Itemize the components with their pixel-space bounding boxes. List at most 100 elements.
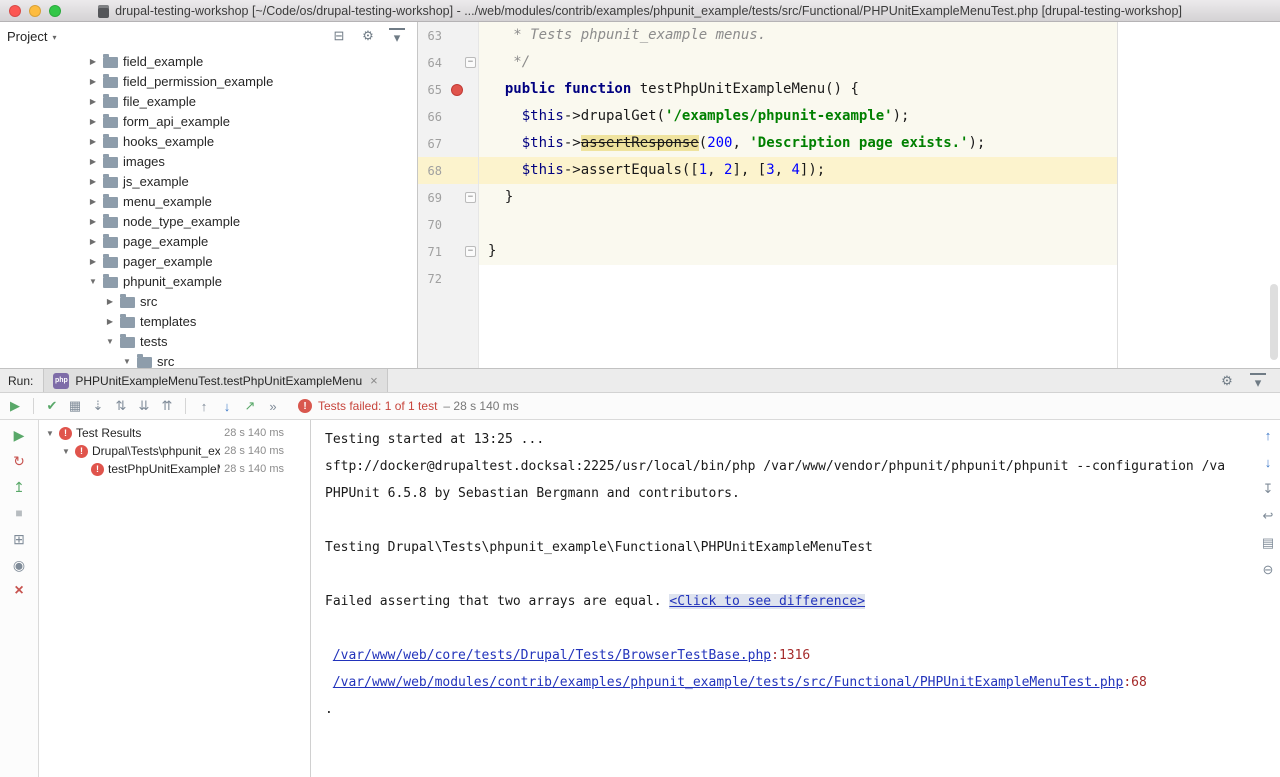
- restore-layout-icon[interactable]: ⊞: [11, 531, 27, 547]
- show-ignored-icon[interactable]: ▦: [67, 398, 83, 414]
- code-line[interactable]: * Tests phpunit_example menus.: [479, 22, 1117, 49]
- chevron-down-icon[interactable]: ▼: [105, 337, 115, 346]
- code-line[interactable]: [479, 211, 1117, 238]
- console-file-link[interactable]: /var/www/web/modules/contrib/examples/ph…: [333, 675, 1124, 690]
- import-test-results-icon[interactable]: ↗: [242, 398, 258, 414]
- chevron-right-icon[interactable]: ▶: [88, 97, 98, 106]
- project-tree-item[interactable]: ▶templates: [0, 311, 417, 331]
- chevron-right-icon[interactable]: ▶: [105, 317, 115, 326]
- collapse-all-icon[interactable]: ⇈: [159, 398, 175, 414]
- chevron-right-icon[interactable]: ▶: [105, 297, 115, 306]
- chevron-down-icon[interactable]: ▾: [52, 33, 56, 42]
- run-tab[interactable]: php PHPUnitExampleMenuTest.testPhpUnitEx…: [43, 369, 387, 392]
- sort-alphabetically-icon[interactable]: ⇅: [113, 398, 129, 414]
- chevron-down-icon[interactable]: ▼: [88, 277, 98, 286]
- project-tree-item[interactable]: ▶field_permission_example: [0, 71, 417, 91]
- sort-by-duration-icon[interactable]: ⇣: [90, 398, 106, 414]
- run-tabbar: Run: php PHPUnitExampleMenuTest.testPhpU…: [0, 369, 1280, 393]
- project-tree-item[interactable]: ▼tests: [0, 331, 417, 351]
- code-line[interactable]: [479, 265, 1117, 292]
- print-icon[interactable]: ▤: [1260, 535, 1276, 551]
- test-tree-item[interactable]: ▼!Test Results28 s 140 ms: [39, 424, 310, 442]
- editor-scrollbar-thumb[interactable]: [1270, 284, 1278, 360]
- project-tree-item[interactable]: ▶menu_example: [0, 191, 417, 211]
- failed-test-gutter-icon[interactable]: [451, 84, 463, 96]
- project-tree-item[interactable]: ▶node_type_example: [0, 211, 417, 231]
- code-line[interactable]: $this->assertResponse(200, 'Description …: [479, 130, 1117, 157]
- test-duration: 28 s 140 ms: [224, 463, 310, 475]
- show-passed-icon[interactable]: ✔: [44, 398, 60, 414]
- code-line[interactable]: $this->assertEquals([1, 2], [3, 4]);: [479, 157, 1117, 184]
- settings-gear-icon[interactable]: ⚙: [360, 28, 376, 44]
- project-tree-item[interactable]: ▶file_example: [0, 91, 417, 111]
- chevron-right-icon[interactable]: ▶: [88, 237, 98, 246]
- line-number: 70: [424, 218, 442, 232]
- code-line[interactable]: public function testPhpUnitExampleMenu()…: [479, 76, 1117, 103]
- console-diff-link[interactable]: <Click to see difference>: [669, 594, 865, 609]
- chevron-right-icon[interactable]: ▶: [88, 157, 98, 166]
- project-tree-item[interactable]: ▶form_api_example: [0, 111, 417, 131]
- toggle-auto-test-icon[interactable]: ↥: [11, 479, 27, 495]
- project-tree-item[interactable]: ▶pager_example: [0, 251, 417, 271]
- project-tree-item[interactable]: ▶field_example: [0, 51, 417, 71]
- editor[interactable]: 6364−6566676869−7071−72 * Tests phpunit_…: [418, 22, 1280, 368]
- pin-tab-icon[interactable]: ◉: [11, 557, 27, 573]
- hide-panel-icon[interactable]: ▾: [389, 28, 405, 44]
- fold-marker-icon[interactable]: −: [465, 246, 476, 257]
- stop-icon[interactable]: ■: [11, 505, 27, 521]
- soft-wrap-icon[interactable]: ↩: [1260, 508, 1276, 524]
- project-tree-item[interactable]: ▶js_example: [0, 171, 417, 191]
- code-line[interactable]: }: [479, 184, 1117, 211]
- test-tree-item[interactable]: !testPhpUnitExampleM28 s 140 ms: [39, 460, 310, 478]
- project-tree-item[interactable]: ▶images: [0, 151, 417, 171]
- chevron-right-icon[interactable]: ▶: [88, 177, 98, 186]
- next-stack-trace-icon[interactable]: ↓: [1260, 454, 1276, 470]
- clear-console-icon[interactable]: ⊖: [1260, 562, 1276, 578]
- rerun-icon[interactable]: ▶: [11, 427, 27, 443]
- expand-all-icon[interactable]: ⇊: [136, 398, 152, 414]
- project-tree-item[interactable]: ▶page_example: [0, 231, 417, 251]
- editor-code-area[interactable]: * Tests phpunit_example menus. */ public…: [479, 22, 1280, 368]
- chevron-right-icon[interactable]: ▶: [88, 217, 98, 226]
- close-icon[interactable]: ×: [11, 583, 27, 599]
- hide-toolwindow-icon[interactable]: ▾: [1250, 373, 1266, 389]
- close-tab-icon[interactable]: ×: [370, 373, 378, 388]
- chevron-right-icon[interactable]: ▶: [88, 57, 98, 66]
- chevron-right-icon[interactable]: ▶: [88, 197, 98, 206]
- fold-marker-icon[interactable]: −: [465, 192, 476, 203]
- code-line[interactable]: $this->drupalGet('/examples/phpunit-exam…: [479, 103, 1117, 130]
- folder-icon: [103, 157, 118, 168]
- more-options-icon[interactable]: »: [265, 398, 281, 414]
- previous-failed-test-icon[interactable]: ↑: [196, 398, 212, 414]
- project-tree-item[interactable]: ▶src: [0, 291, 417, 311]
- console-text: [325, 648, 333, 663]
- console[interactable]: Testing started at 13:25 ...sftp://docke…: [311, 420, 1280, 777]
- test-tree-item[interactable]: ▼!Drupal\Tests\phpunit_ex28 s 140 ms: [39, 442, 310, 460]
- project-tree-item[interactable]: ▶ hooks_example: [0, 131, 417, 151]
- chevron-right-icon[interactable]: ▶: [88, 137, 98, 146]
- code-line[interactable]: */: [479, 49, 1117, 76]
- console-file-link[interactable]: /var/www/web/core/tests/Drupal/Tests/Bro…: [333, 648, 771, 663]
- fold-marker-icon[interactable]: −: [465, 57, 476, 68]
- project-panel-title[interactable]: Project: [7, 29, 47, 44]
- project-tree-item[interactable]: ▼src: [0, 351, 417, 368]
- chevron-down-icon[interactable]: ▼: [45, 429, 55, 438]
- console-text: .: [325, 702, 333, 717]
- project-tree-item[interactable]: ▼phpunit_example: [0, 271, 417, 291]
- settings-gear-icon[interactable]: ⚙: [1219, 373, 1235, 389]
- project-tree-item-label: hooks_example: [123, 134, 214, 149]
- chevron-right-icon[interactable]: ▶: [88, 257, 98, 266]
- chevron-down-icon[interactable]: ▼: [61, 447, 71, 456]
- test-failed-icon: !: [91, 463, 104, 476]
- rerun-icon[interactable]: ▶: [7, 398, 23, 414]
- chevron-right-icon[interactable]: ▶: [88, 117, 98, 126]
- chevron-right-icon[interactable]: ▶: [88, 77, 98, 86]
- code-line[interactable]: }: [479, 238, 1117, 265]
- code-token: '/examples/phpunit-example': [665, 108, 893, 124]
- scroll-to-end-icon[interactable]: ↧: [1260, 481, 1276, 497]
- previous-stack-trace-icon[interactable]: ↑: [1260, 427, 1276, 443]
- collapse-all-icon[interactable]: ⊟: [331, 28, 347, 44]
- next-failed-test-icon[interactable]: ↓: [219, 398, 235, 414]
- rerun-failed-tests-icon[interactable]: ↻: [11, 453, 27, 469]
- chevron-down-icon[interactable]: ▼: [122, 357, 132, 366]
